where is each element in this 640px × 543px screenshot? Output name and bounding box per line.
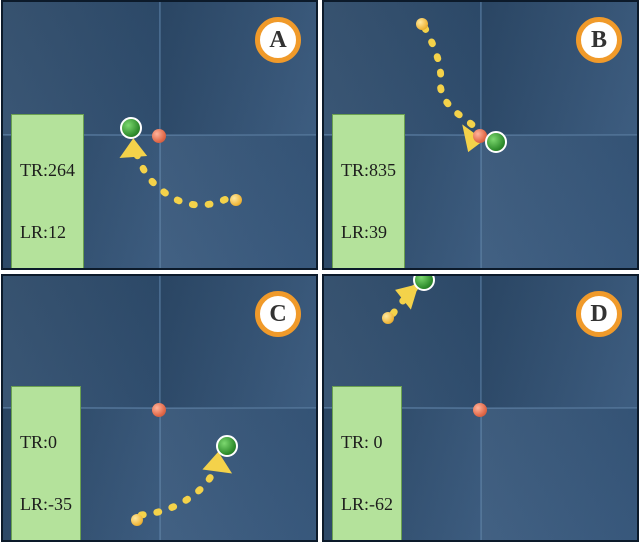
center-marker-icon (152, 129, 166, 143)
start-marker-icon (416, 18, 428, 30)
agent-marker-icon (120, 117, 142, 139)
center-marker-icon (152, 403, 166, 417)
panel-b: B TR:835 LR:39 (322, 0, 639, 270)
start-marker-icon (230, 194, 242, 206)
start-marker-icon (131, 514, 143, 526)
agent-marker-icon (216, 435, 238, 457)
panel-a: A TR:264 LR:12 (1, 0, 318, 270)
center-marker-icon (473, 403, 487, 417)
agent-marker-icon (485, 131, 507, 153)
panel-d: D TR: 0 LR:-62 (322, 274, 639, 542)
panel-c: C TR:0 LR:-35 (1, 274, 318, 542)
start-marker-icon (382, 312, 394, 324)
